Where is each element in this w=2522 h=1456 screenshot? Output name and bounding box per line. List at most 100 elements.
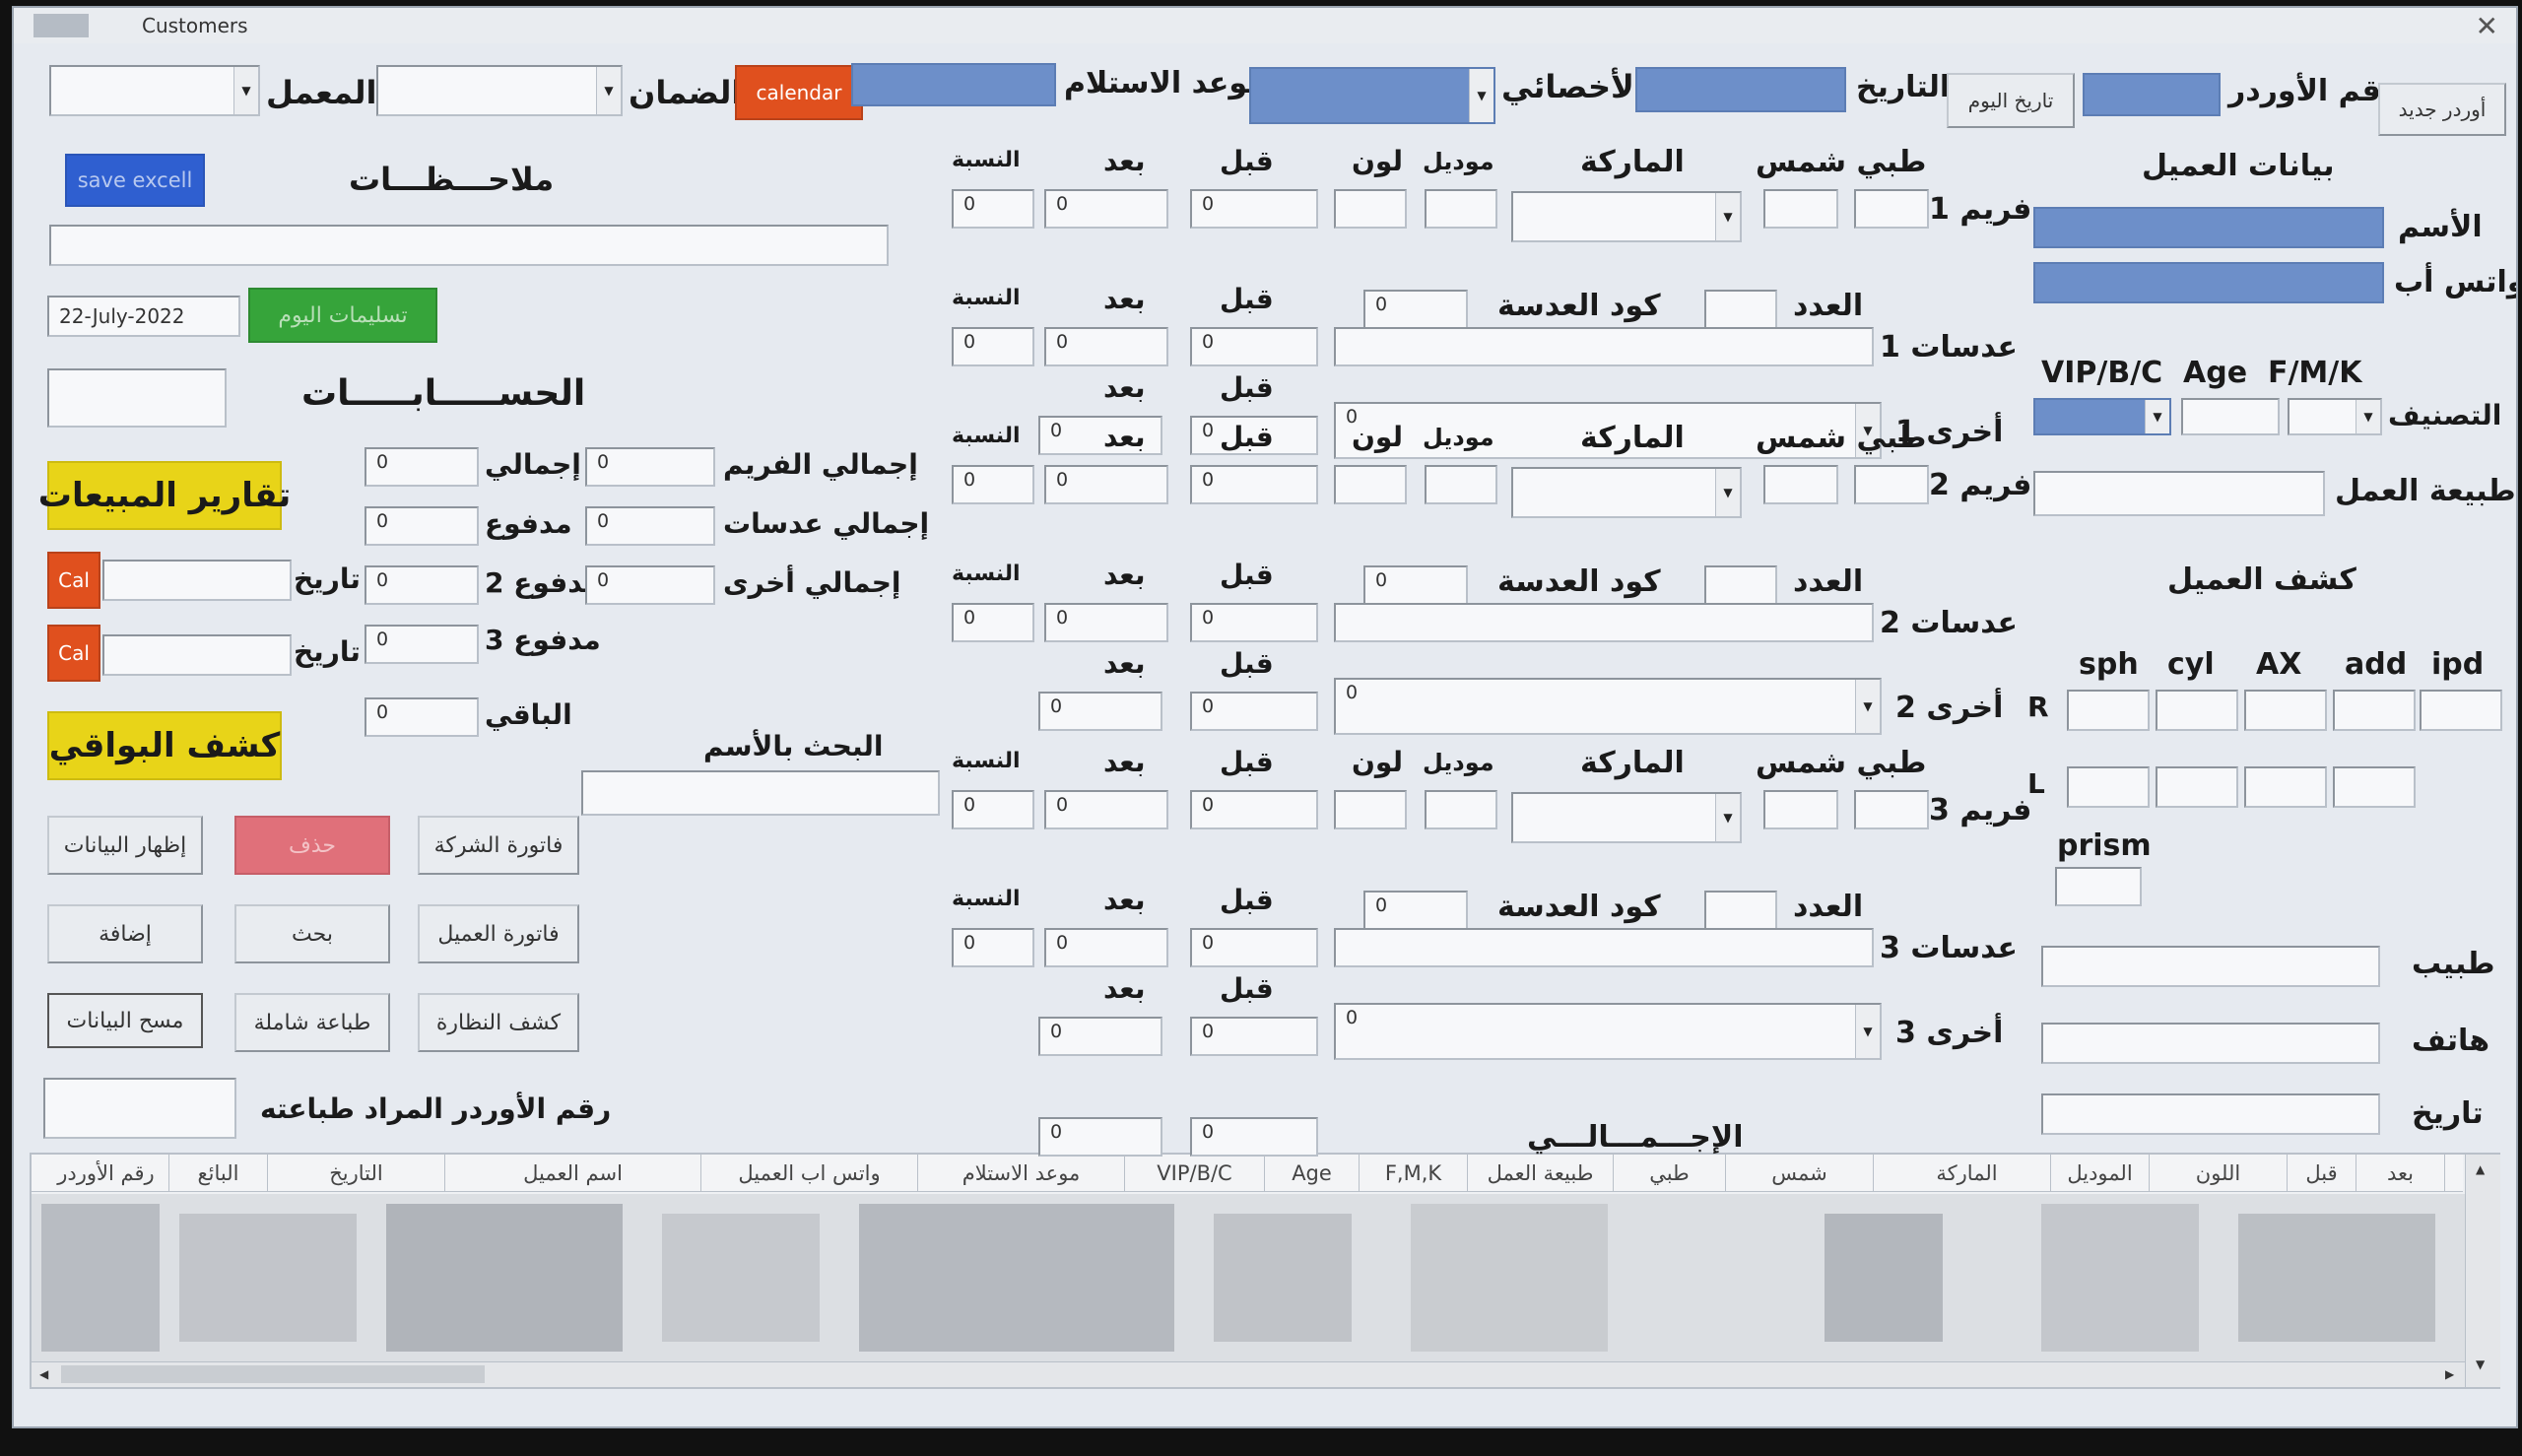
scroll-right-icon[interactable]: ▶ bbox=[2445, 1367, 2454, 1381]
order-number-field[interactable] bbox=[2083, 73, 2221, 116]
column-header[interactable]: شمس bbox=[1726, 1155, 1874, 1192]
frame1-fold-b-field[interactable] bbox=[1854, 189, 1929, 229]
column-header[interactable]: موعد الاستلام bbox=[918, 1155, 1125, 1192]
phone-field[interactable] bbox=[2041, 1023, 2380, 1064]
lens3-after-field[interactable]: 0 bbox=[1044, 928, 1168, 967]
prism-field[interactable] bbox=[2055, 867, 2142, 906]
lab-select[interactable]: ▼ bbox=[49, 65, 260, 116]
column-header[interactable]: البائع bbox=[169, 1155, 268, 1192]
fmk-select[interactable]: ▼ bbox=[2288, 398, 2382, 435]
frame2-before-field[interactable]: 0 bbox=[1190, 465, 1318, 504]
frame1-color-field[interactable] bbox=[1334, 189, 1407, 229]
order-date-field[interactable] bbox=[1635, 67, 1846, 112]
show-data-button[interactable]: إظهار البيانات bbox=[47, 816, 203, 875]
frame2-fold-b-field[interactable] bbox=[1854, 465, 1929, 504]
sales-reports-button[interactable]: تقارير المبيعات bbox=[38, 461, 291, 530]
frame1-brand-select[interactable]: ▼ bbox=[1511, 191, 1742, 242]
scroll-thumb[interactable] bbox=[61, 1365, 485, 1383]
column-header[interactable]: اسم العميل bbox=[445, 1155, 701, 1192]
data-grid[interactable]: بعد قبل اللون الموديل الماركة شمس طبي طبيعة الع… bbox=[30, 1153, 2500, 1389]
lens3-count-field[interactable] bbox=[1704, 891, 1777, 930]
lens1-after-field[interactable]: 0 bbox=[1044, 327, 1168, 366]
frames-total-field[interactable]: 0 bbox=[585, 447, 715, 487]
paid3-field[interactable]: 0 bbox=[365, 625, 479, 664]
calendar-button[interactable]: calendar bbox=[735, 65, 863, 120]
search-name-field[interactable] bbox=[581, 770, 940, 816]
exam-r-field[interactable] bbox=[2244, 690, 2327, 731]
horizontal-scrollbar[interactable]: ◀ ▶ bbox=[32, 1361, 2465, 1387]
lens1-count-field[interactable] bbox=[1704, 290, 1777, 329]
lens1-desc-field[interactable] bbox=[1334, 327, 1874, 366]
lens2-after-field[interactable]: 0 bbox=[1044, 603, 1168, 642]
paid2-field[interactable]: 0 bbox=[365, 565, 479, 605]
exam-r-field[interactable] bbox=[2067, 690, 2150, 731]
glasses-report-button[interactable]: كشف النظارة bbox=[418, 993, 579, 1052]
save-excel-button[interactable]: save excell bbox=[65, 154, 205, 207]
column-header[interactable]: VIP/B/C bbox=[1125, 1155, 1265, 1192]
lens2-ratio-field[interactable]: 0 bbox=[952, 603, 1034, 642]
grand-total-before-field[interactable]: 0 bbox=[1190, 1117, 1318, 1157]
other3-after-field[interactable]: 0 bbox=[1038, 1017, 1162, 1056]
other3-before-field[interactable]: 0 bbox=[1190, 1017, 1318, 1056]
lens2-desc-field[interactable] bbox=[1334, 603, 1874, 642]
frame1-before-field[interactable]: 0 bbox=[1190, 189, 1318, 229]
remaining-report-button[interactable]: كشف البواقي bbox=[47, 711, 282, 780]
exam-l-field[interactable] bbox=[2333, 766, 2416, 808]
clear-data-button[interactable]: مسح البيانات bbox=[47, 993, 203, 1048]
column-header[interactable]: اللون bbox=[2150, 1155, 2288, 1192]
frame3-fold-b-field[interactable] bbox=[1854, 790, 1929, 829]
scroll-left-icon[interactable]: ◀ bbox=[39, 1367, 48, 1381]
frame3-after-field[interactable]: 0 bbox=[1044, 790, 1168, 829]
column-header[interactable]: رقم الأوردر bbox=[43, 1155, 169, 1192]
column-header[interactable]: بعد bbox=[2356, 1155, 2445, 1192]
lens3-ratio-field[interactable]: 0 bbox=[952, 928, 1034, 967]
frame1-fold-a-field[interactable] bbox=[1763, 189, 1838, 229]
age-field[interactable] bbox=[2181, 398, 2280, 435]
full-print-button[interactable]: طباعة شاملة bbox=[234, 993, 390, 1052]
scroll-up-icon[interactable]: ▲ bbox=[2476, 1162, 2485, 1176]
company-invoice-button[interactable]: فاتورة الشركة bbox=[418, 816, 579, 875]
exam-l-field[interactable] bbox=[2244, 766, 2327, 808]
other2-after-field[interactable]: 0 bbox=[1038, 692, 1162, 731]
other-total-field[interactable]: 0 bbox=[585, 565, 715, 605]
lens3-before-field[interactable]: 0 bbox=[1190, 928, 1318, 967]
frame3-before-field[interactable]: 0 bbox=[1190, 790, 1318, 829]
receipt-date-field[interactable] bbox=[851, 63, 1056, 106]
exam-l-field[interactable] bbox=[2067, 766, 2150, 808]
vip-select[interactable]: ▼ bbox=[2033, 398, 2171, 435]
column-header[interactable]: طبي bbox=[1614, 1155, 1726, 1192]
other3-select[interactable]: 0 ▼ bbox=[1334, 1003, 1882, 1060]
frame2-after-field[interactable]: 0 bbox=[1044, 465, 1168, 504]
notes-field[interactable] bbox=[49, 225, 889, 266]
column-header[interactable]: الماركة bbox=[1884, 1155, 2051, 1192]
customer-invoice-button[interactable]: فاتورة العميل bbox=[418, 904, 579, 963]
frame3-brand-select[interactable]: ▼ bbox=[1511, 792, 1742, 843]
exam-r-field[interactable] bbox=[2156, 690, 2238, 731]
cal-button-1[interactable]: Cal bbox=[47, 552, 100, 609]
accounts-field[interactable] bbox=[47, 368, 227, 428]
warranty-select[interactable]: ▼ bbox=[376, 65, 623, 116]
add-button[interactable]: إضافة bbox=[47, 904, 203, 963]
lens2-before-field[interactable]: 0 bbox=[1190, 603, 1318, 642]
column-header[interactable]: طبيعة العمل bbox=[1468, 1155, 1614, 1192]
frame3-ratio-field[interactable]: 0 bbox=[952, 790, 1034, 829]
remaining-field[interactable]: 0 bbox=[365, 697, 479, 737]
column-header[interactable]: Age bbox=[1265, 1155, 1360, 1192]
specialist-select[interactable]: ▼ bbox=[1249, 67, 1495, 124]
frame2-model-field[interactable] bbox=[1425, 465, 1497, 504]
close-icon[interactable]: ✕ bbox=[2476, 13, 2498, 40]
scroll-down-icon[interactable]: ▼ bbox=[2476, 1357, 2485, 1371]
frame3-model-field[interactable] bbox=[1425, 790, 1497, 829]
frame1-ratio-field[interactable]: 0 bbox=[952, 189, 1034, 229]
lens-total-field[interactable]: 0 bbox=[585, 506, 715, 546]
lens3-desc-field[interactable] bbox=[1334, 928, 1874, 967]
lens2-code-field[interactable]: 0 bbox=[1363, 565, 1468, 605]
lens1-code-field[interactable]: 0 bbox=[1363, 290, 1468, 329]
vertical-scrollbar[interactable]: ▲ ▼ bbox=[2465, 1155, 2500, 1387]
doctor-field[interactable] bbox=[2041, 946, 2380, 987]
paid-field[interactable]: 0 bbox=[365, 506, 479, 546]
lens1-ratio-field[interactable]: 0 bbox=[952, 327, 1034, 366]
customer-name-field[interactable] bbox=[2033, 207, 2384, 248]
lens1-before-field[interactable]: 0 bbox=[1190, 327, 1318, 366]
exam-date-field[interactable] bbox=[2041, 1093, 2380, 1135]
